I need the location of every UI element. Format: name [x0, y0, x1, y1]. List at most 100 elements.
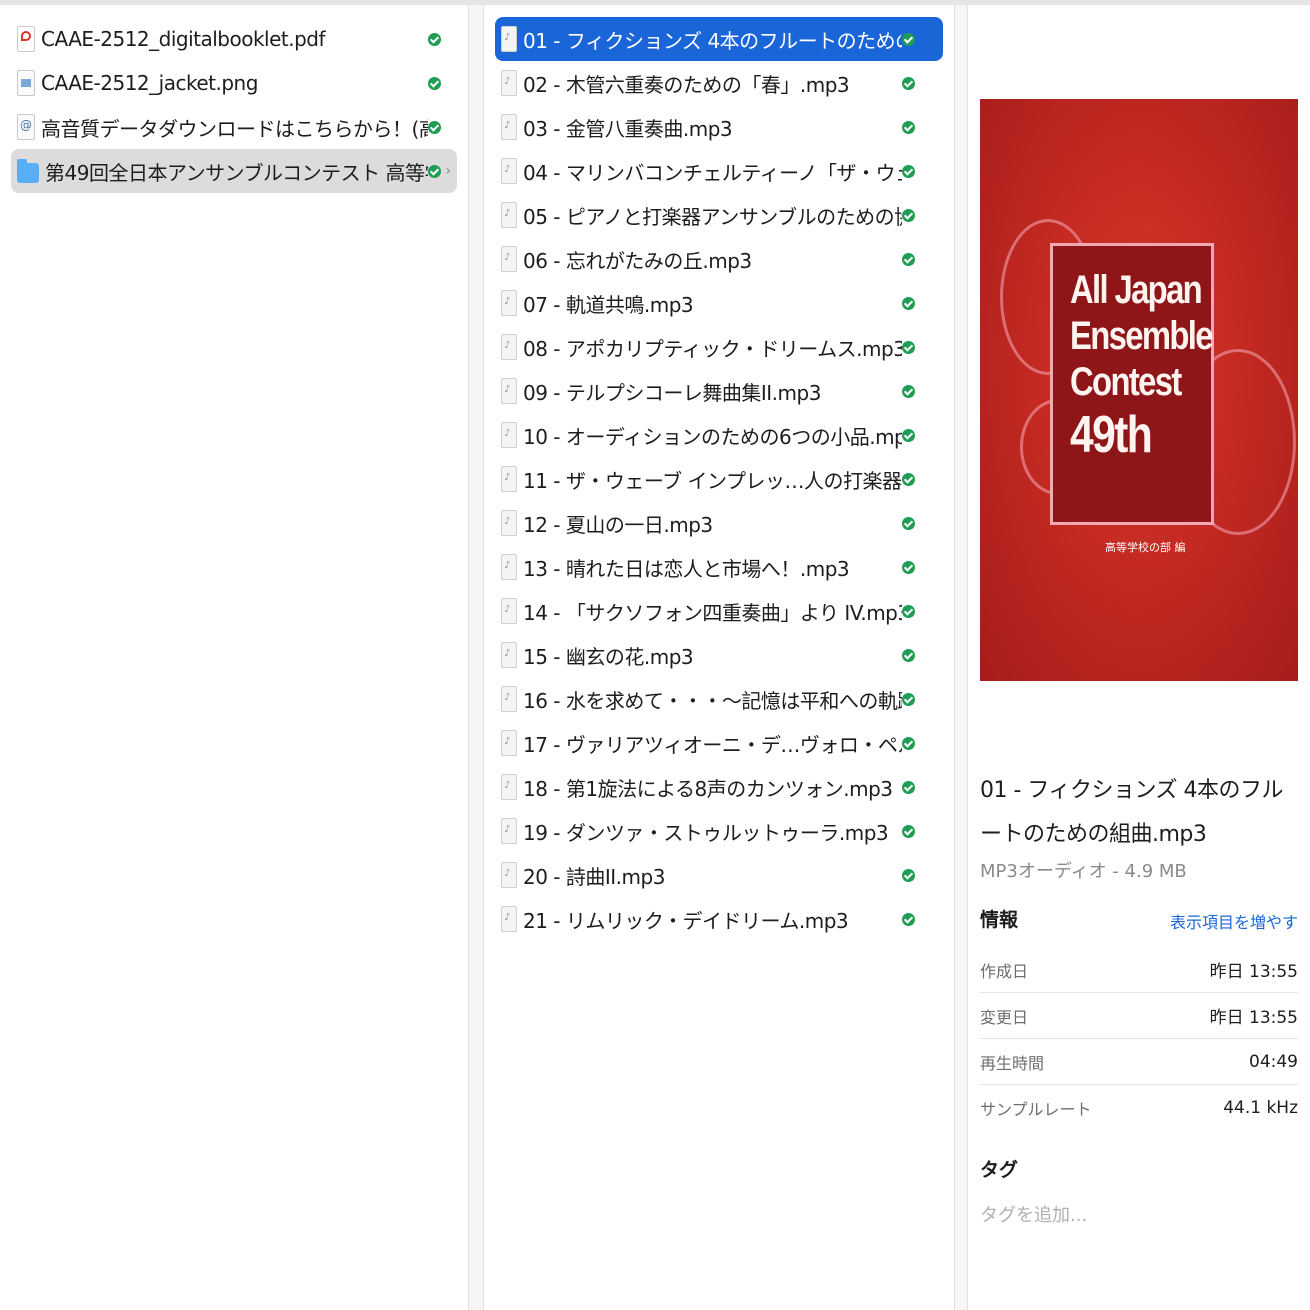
file-row-pdf[interactable]: CAAE-2512_digitalbooklet.pdf: [11, 17, 457, 61]
track-row[interactable]: 13 - 晴れた日は恋人と市場へ！.mp3: [495, 545, 943, 589]
track-row[interactable]: 10 - オーディションのための6つの小品.mp3: [495, 413, 943, 457]
track-name: 02 - 木管六重奏のための「春」.mp3: [523, 72, 850, 97]
audio-file-icon: [501, 862, 517, 888]
track-name: 06 - 忘れがたみの丘.mp3: [523, 248, 752, 273]
track-row[interactable]: 06 - 忘れがたみの丘.mp3: [495, 237, 943, 281]
audio-file-icon: [501, 26, 517, 52]
audio-file-icon: [501, 70, 517, 96]
info-label: 作成日: [980, 961, 1029, 981]
audio-file-icon: [501, 114, 517, 140]
file-name: CAAE-2512_jacket.png: [41, 71, 258, 95]
info-value: 04:49: [1249, 1051, 1298, 1072]
synced-check-icon: [902, 472, 915, 486]
folder-name: 第49回全日本アンサンブルコンテスト 高等学校の部 編 (mp3): [45, 160, 428, 185]
info-row-duration: 再生時間 04:49: [980, 1039, 1298, 1085]
track-name: 14 - 「サクソフォン四重奏曲」より IV.mp3: [523, 600, 902, 625]
track-row[interactable]: 19 - ダンツァ・ストゥルットゥーラ.mp3: [495, 809, 943, 853]
synced-check-icon: [902, 868, 915, 882]
track-row[interactable]: 15 - 幽玄の花.mp3: [495, 633, 943, 677]
track-row[interactable]: 03 - 金管八重奏曲.mp3: [495, 105, 943, 149]
track-row[interactable]: 16 - 水を求めて・・・〜記憶は平和への軌跡〜.mp3: [495, 677, 943, 721]
file-row-png[interactable]: CAAE-2512_jacket.png: [11, 61, 457, 105]
synced-check-icon: [902, 692, 915, 706]
file-row-url[interactable]: 高音質データダウンロードはこちらから！(高等学校の部).url: [11, 105, 457, 149]
audio-file-icon: [501, 510, 517, 536]
track-name: 09 - テルプシコーレ舞曲集II.mp3: [523, 380, 821, 405]
column-divider[interactable]: [954, 5, 968, 1310]
track-name: 08 - アポカリプティック・ドリームス.mp3: [523, 336, 902, 361]
track-name: 03 - 金管八重奏曲.mp3: [523, 116, 733, 141]
track-row[interactable]: 01 - フィクションズ 4本のフルートのための組曲.mp3: [495, 17, 943, 61]
synced-check-icon: [902, 340, 915, 354]
synced-check-icon: [902, 296, 915, 310]
audio-file-icon: [501, 554, 517, 580]
audio-file-icon: [501, 818, 517, 844]
url-file-icon: [17, 114, 35, 140]
info-row-modified: 変更日 昨日 13:55: [980, 993, 1298, 1039]
info-label: 変更日: [980, 1007, 1029, 1027]
file-name: 高音質データダウンロードはこちらから！(高等学校の部).url: [41, 116, 428, 141]
synced-check-icon: [902, 384, 915, 398]
track-row[interactable]: 09 - テルプシコーレ舞曲集II.mp3: [495, 369, 943, 413]
synced-check-icon: [902, 560, 915, 574]
audio-file-icon: [501, 334, 517, 360]
track-name: 05 - ピアノと打楽器アンサンブルのための協奏曲.mp3: [523, 204, 902, 229]
preview-file-meta: MP3オーディオ - 4.9 MB: [980, 861, 1187, 882]
tags-heading: タグ: [980, 1159, 1019, 1181]
preview-file-name: 01 - フィクションズ 4本のフルートのための組曲.mp3: [980, 778, 1284, 847]
info-value: 昨日 13:55: [1209, 962, 1298, 982]
synced-check-icon: [428, 164, 442, 178]
synced-check-icon: [902, 648, 915, 662]
info-row-created: 作成日 昨日 13:55: [980, 947, 1298, 993]
track-row[interactable]: 11 - ザ・ウェーブ インプレッ…人の打楽器奏者のための〜.mp3: [495, 457, 943, 501]
audio-file-icon: [501, 202, 517, 228]
track-name: 11 - ザ・ウェーブ インプレッ…人の打楽器奏者のための〜.mp3: [523, 468, 902, 493]
track-row[interactable]: 08 - アポカリプティック・ドリームス.mp3: [495, 325, 943, 369]
audio-file-icon: [501, 598, 517, 624]
track-name: 18 - 第1旋法による8声のカンツォン.mp3: [523, 776, 893, 801]
preview-pane: All Japan Ensemble Contest 49th 高等学校の部 編…: [968, 5, 1310, 1310]
track-row[interactable]: 04 - マリンバコンチェルティーノ「ザ・ウェーブ」.mp3: [495, 149, 943, 193]
track-name: 15 - 幽玄の花.mp3: [523, 644, 694, 669]
track-name: 21 - リムリック・デイドリーム.mp3: [523, 908, 849, 933]
track-name: 07 - 軌道共鳴.mp3: [523, 292, 694, 317]
column-divider[interactable]: [468, 5, 484, 1310]
finder-column-parent[interactable]: CAAE-2512_digitalbooklet.pdf CAAE-2512_j…: [0, 5, 468, 1310]
image-file-icon: [17, 70, 35, 96]
synced-check-icon: [902, 32, 915, 46]
audio-file-icon: [501, 378, 517, 404]
synced-check-icon: [902, 604, 915, 618]
file-name: CAAE-2512_digitalbooklet.pdf: [41, 27, 326, 51]
track-row[interactable]: 12 - 夏山の一日.mp3: [495, 501, 943, 545]
track-row[interactable]: 17 - ヴァリアツィオーニ・デ…ヴォロ・ペル・ラ・プリマ.mp3: [495, 721, 943, 765]
folder-row-mp3[interactable]: 第49回全日本アンサンブルコンテスト 高等学校の部 編 (mp3) ›: [11, 149, 457, 193]
finder-column-tracks[interactable]: 01 - フィクションズ 4本のフルートのための組曲.mp3 02 - 木管六重奏…: [484, 5, 954, 1310]
info-value: 昨日 13:55: [1209, 1008, 1298, 1028]
track-row[interactable]: 20 - 詩曲II.mp3: [495, 853, 943, 897]
synced-check-icon: [902, 164, 915, 178]
audio-file-icon: [501, 246, 517, 272]
track-name: 17 - ヴァリアツィオーニ・デ…ヴォロ・ペル・ラ・プリマ.mp3: [523, 732, 902, 757]
synced-check-icon: [902, 76, 915, 90]
track-row[interactable]: 05 - ピアノと打楽器アンサンブルのための協奏曲.mp3: [495, 193, 943, 237]
track-row[interactable]: 14 - 「サクソフォン四重奏曲」より IV.mp3: [495, 589, 943, 633]
synced-check-icon: [902, 736, 915, 750]
track-row[interactable]: 02 - 木管六重奏のための「春」.mp3: [495, 61, 943, 105]
chevron-right-icon: ›: [445, 163, 451, 179]
artwork-title-line: All Japan: [1070, 268, 1203, 312]
track-row[interactable]: 07 - 軌道共鳴.mp3: [495, 281, 943, 325]
track-row[interactable]: 21 - リムリック・デイドリーム.mp3: [495, 897, 943, 941]
add-tag-field[interactable]: タグを追加...: [980, 1201, 1087, 1227]
synced-check-icon: [902, 208, 915, 222]
show-more-link[interactable]: 表示項目を増やす: [1170, 909, 1298, 933]
folder-icon: [17, 159, 39, 183]
synced-check-icon: [902, 780, 915, 794]
audio-file-icon: [501, 642, 517, 668]
track-row[interactable]: 18 - 第1旋法による8声のカンツォン.mp3: [495, 765, 943, 809]
info-heading: 情報: [980, 909, 1019, 931]
audio-file-icon: [501, 290, 517, 316]
synced-check-icon: [902, 516, 915, 530]
artwork-title-line: Ensemble: [1070, 314, 1213, 358]
pdf-file-icon: [17, 26, 35, 52]
artwork-title-line: 49th: [1070, 406, 1153, 464]
